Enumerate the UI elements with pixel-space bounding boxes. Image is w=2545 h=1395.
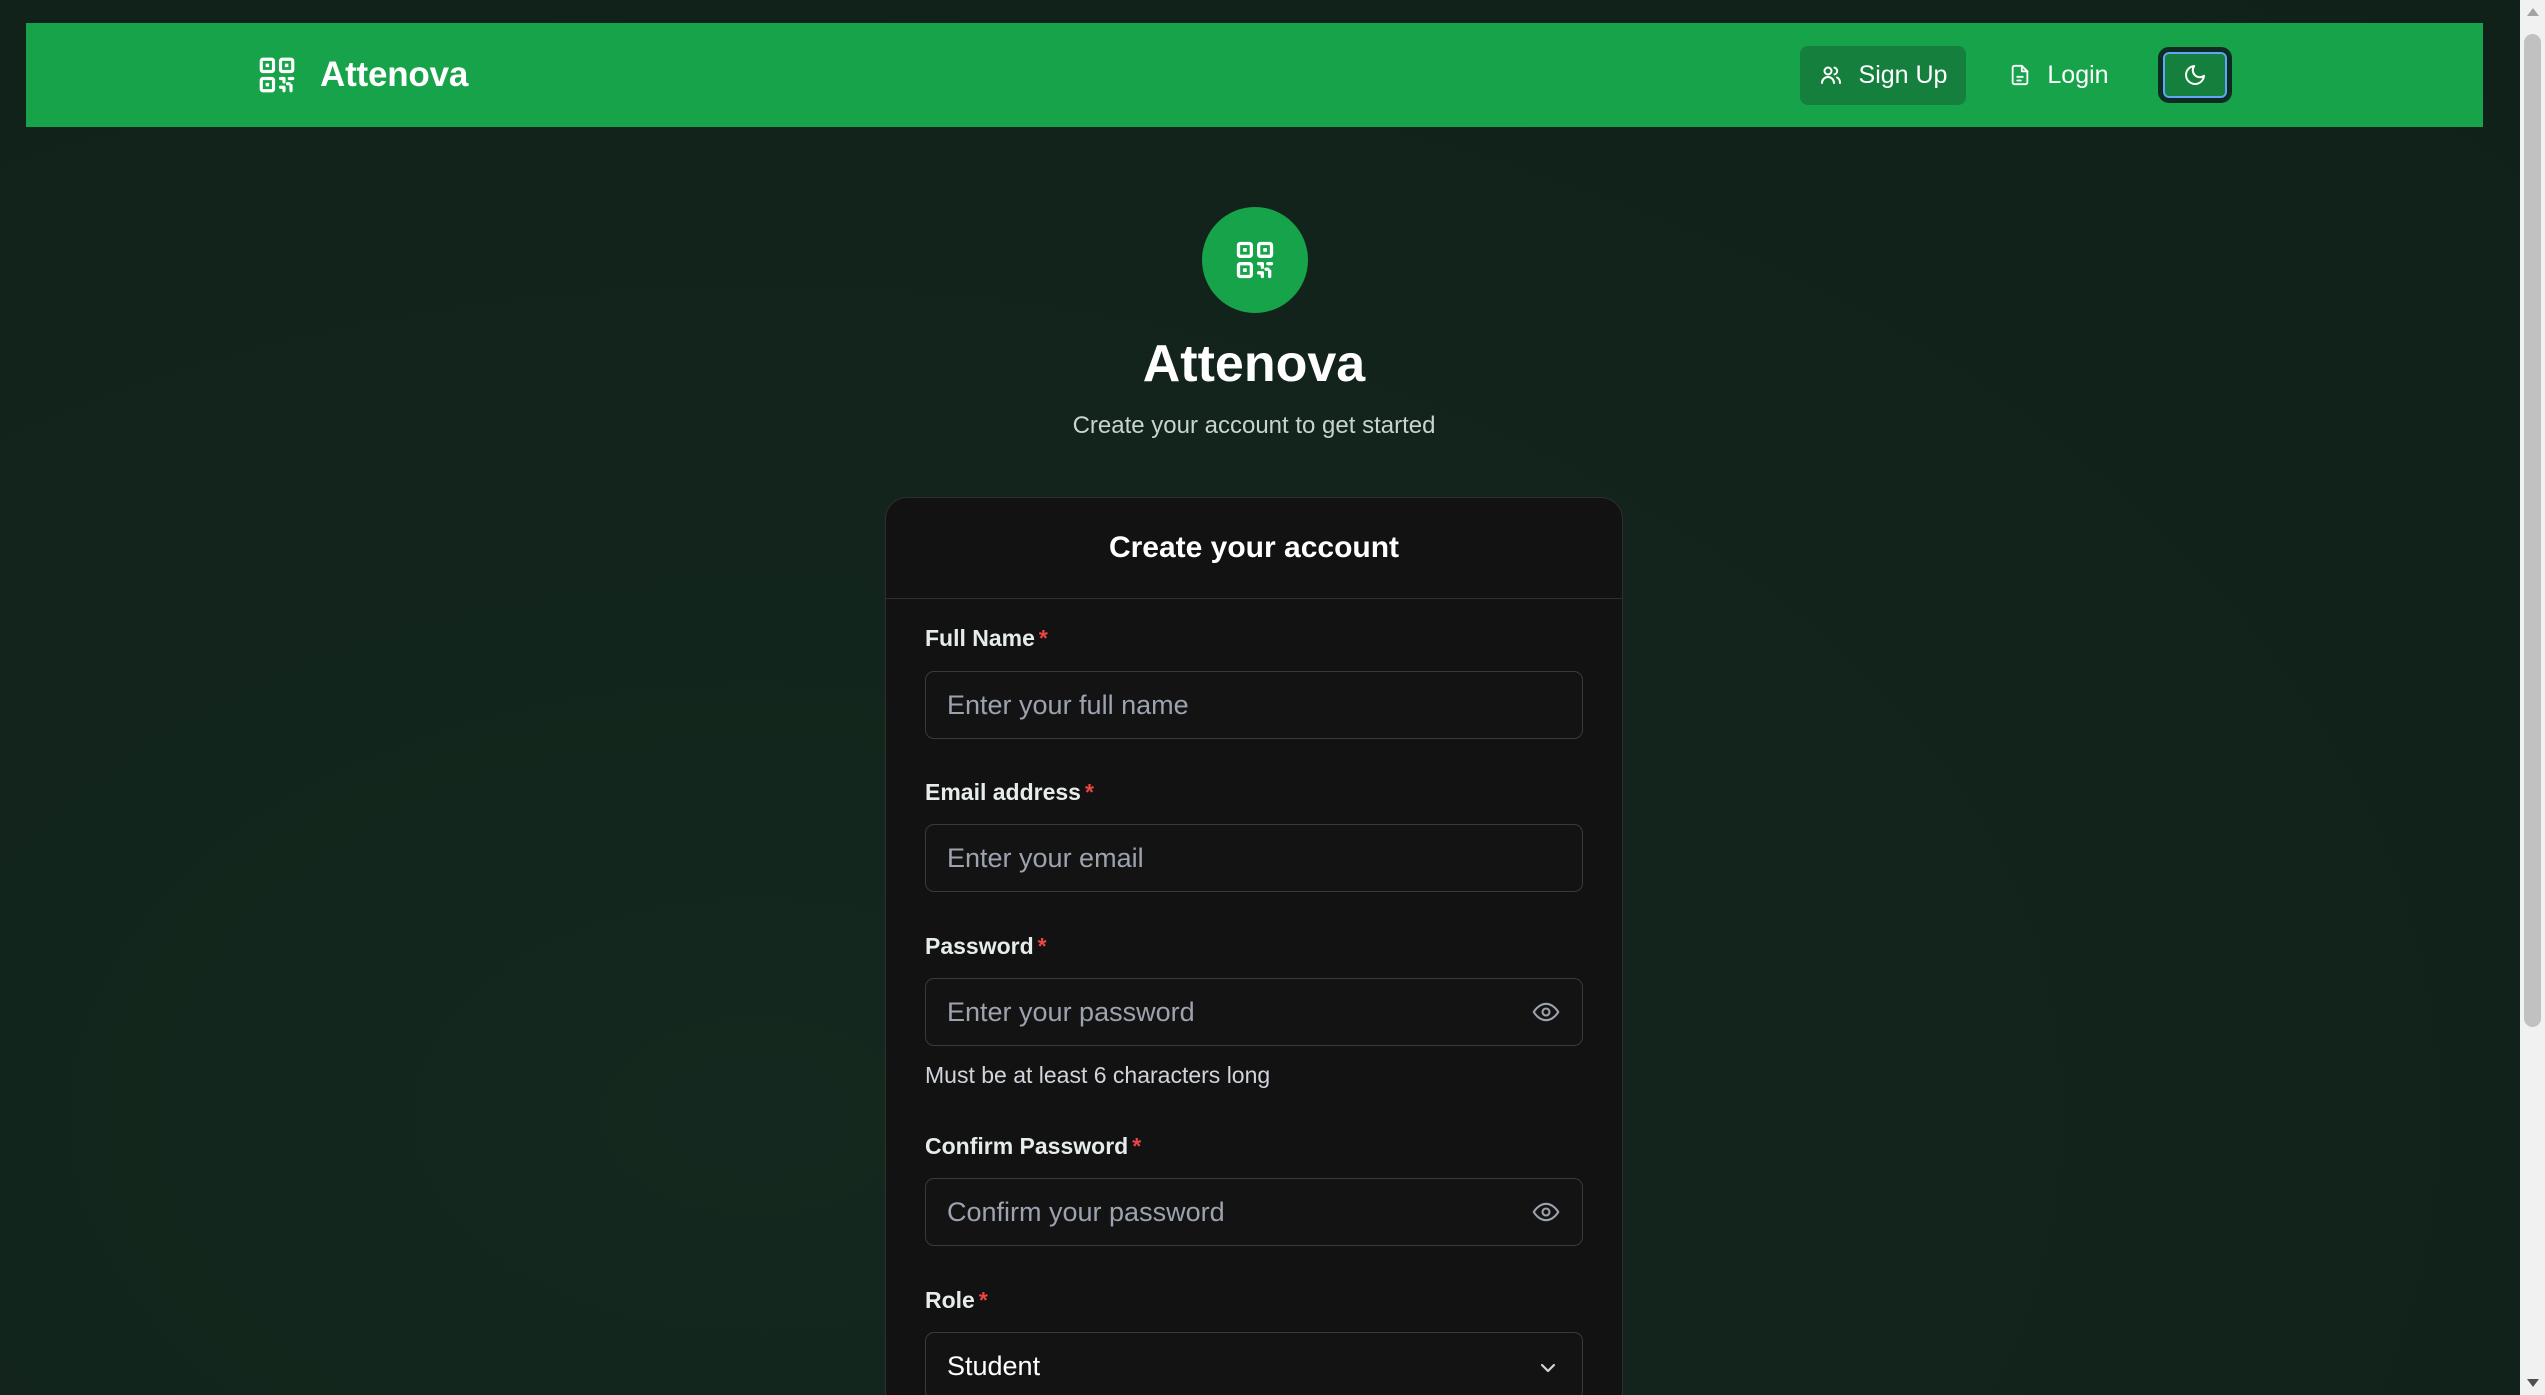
hero-logo-badge bbox=[1202, 207, 1308, 313]
brand-name: Attenova bbox=[320, 55, 469, 94]
confirm-password-placeholder: Confirm your password bbox=[947, 1196, 1225, 1227]
email-input[interactable]: Enter your email bbox=[925, 824, 1583, 892]
signup-button[interactable]: Sign Up bbox=[1800, 45, 1966, 105]
confirm-password-input[interactable]: Confirm your password bbox=[925, 1178, 1583, 1246]
role-select[interactable]: Student bbox=[925, 1332, 1583, 1395]
login-label: Login bbox=[2047, 60, 2109, 89]
eye-icon[interactable] bbox=[1530, 998, 1562, 1026]
nav-actions: Sign Up Login bbox=[1800, 45, 2232, 105]
password-input[interactable]: Enter your password bbox=[925, 978, 1583, 1046]
login-button[interactable]: Login bbox=[1994, 46, 2124, 105]
qr-code-icon bbox=[259, 57, 295, 93]
file-icon bbox=[2012, 64, 2029, 86]
required-marker: * bbox=[1132, 1133, 1142, 1159]
chevron-down-icon bbox=[1540, 1363, 1556, 1373]
password-label-text: Password bbox=[925, 933, 1034, 959]
card-title: Create your account bbox=[886, 498, 1622, 599]
required-marker: * bbox=[978, 1287, 988, 1313]
qr-code-icon bbox=[1236, 241, 1274, 279]
password-label: Password * bbox=[925, 933, 1047, 960]
page-scrollbar[interactable] bbox=[2520, 0, 2545, 1395]
scrollbar-thumb[interactable] bbox=[2524, 34, 2541, 1027]
full-name-label-text: Full Name bbox=[925, 625, 1035, 651]
users-icon bbox=[1820, 66, 1841, 84]
full-name-placeholder: Enter your full name bbox=[947, 689, 1189, 720]
hero-subtitle: Create your account to get started bbox=[1072, 412, 1436, 439]
full-name-input[interactable]: Enter your full name bbox=[925, 671, 1583, 739]
theme-toggle-button[interactable] bbox=[2158, 47, 2232, 103]
password-hint: Must be at least 6 characters long bbox=[925, 1062, 1271, 1088]
eye-icon[interactable] bbox=[1530, 1198, 1562, 1226]
role-label: Role * bbox=[925, 1287, 988, 1314]
required-marker: * bbox=[1038, 625, 1048, 651]
email-label-text: Email address bbox=[925, 779, 1081, 805]
signup-card: Create your account Full Name * Enter you… bbox=[885, 497, 1623, 1395]
moon-icon bbox=[2185, 65, 2205, 85]
password-placeholder: Enter your password bbox=[947, 996, 1195, 1027]
required-marker: * bbox=[1084, 779, 1094, 805]
page-background: Attenova Sign Up Login Attenova Create y… bbox=[0, 0, 2520, 1395]
role-selected-value: Student bbox=[947, 1350, 1041, 1381]
brand-link[interactable]: Attenova bbox=[256, 49, 468, 101]
email-placeholder: Enter your email bbox=[947, 842, 1144, 873]
hero-title: Attenova bbox=[1142, 335, 1366, 393]
scroll-down-arrow[interactable] bbox=[2527, 1379, 2539, 1387]
email-label: Email address * bbox=[925, 779, 1094, 806]
confirm-password-label: Confirm Password * bbox=[925, 1133, 1141, 1160]
navbar: Attenova Sign Up Login bbox=[26, 23, 2483, 127]
required-marker: * bbox=[1037, 933, 1047, 959]
confirm-password-label-text: Confirm Password bbox=[925, 1133, 1129, 1159]
full-name-label: Full Name * bbox=[925, 625, 1048, 652]
signup-label: Sign Up bbox=[1858, 60, 1948, 89]
role-label-text: Role bbox=[925, 1287, 975, 1313]
scroll-up-arrow[interactable] bbox=[2527, 8, 2539, 16]
